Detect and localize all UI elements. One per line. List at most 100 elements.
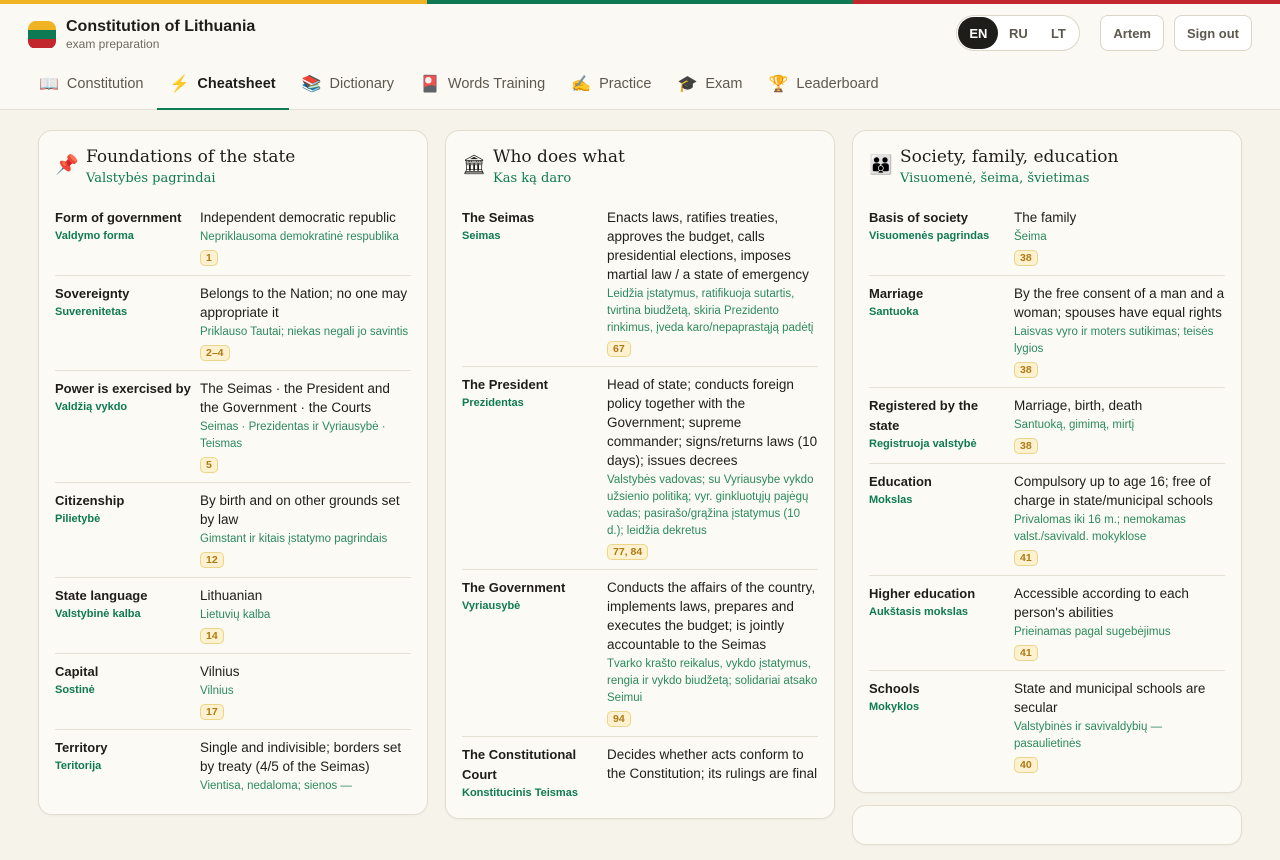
tab-label: Practice (599, 76, 652, 92)
tab-label: Leaderboard (796, 76, 879, 92)
term-lt: Teritorija (55, 760, 102, 772)
term-en: Education (869, 474, 932, 489)
lang-ru-button[interactable]: RU (998, 17, 1038, 49)
article-badge[interactable]: 40 (1014, 757, 1038, 773)
definition-lt: Nepriklausoma demokratinė respublika (200, 231, 399, 243)
tab-label: Cheatsheet (197, 76, 276, 92)
header-actions: EN RU LT Artem Sign out (956, 15, 1252, 51)
term-en: Marriage (869, 286, 924, 301)
tab-constitution[interactable]: 📖 Constitution (26, 60, 157, 110)
fact-row: Capital Sostinė Vilnius Vilnius 17 (55, 654, 411, 730)
article-badge[interactable]: 94 (607, 711, 631, 727)
term-en: Power is exercised by (55, 381, 191, 396)
fact-row: Sovereignty Suverenitetas Belongs to the … (55, 276, 411, 371)
term-lt: Valdymo forma (55, 230, 134, 242)
definition-en: Enacts laws, ratifies treaties, approves… (607, 210, 809, 282)
article-badge[interactable]: 41 (1014, 645, 1038, 661)
fact-row: Education Mokslas Compulsory up to age 16… (869, 464, 1225, 576)
term-en: The Constitutional Court (462, 747, 577, 782)
card-header: 👪 Society, family, education Visuomenė, … (869, 147, 1225, 186)
definition-lt: Šeima (1014, 231, 1047, 243)
article-badge[interactable]: 17 (200, 704, 224, 720)
fact-row: The Seimas Seimas Enacts laws, ratifies t… (462, 200, 818, 367)
definition-en: Belongs to the Nation; no one may approp… (200, 286, 408, 320)
term-en: Registered by the state (869, 398, 979, 433)
definition-lt: Seimas · Prezidentas ir Vyriausybė · Tei… (200, 421, 386, 450)
definition-en: Independent democratic republic (200, 210, 396, 225)
tab-dictionary[interactable]: 📚 Dictionary (289, 60, 407, 110)
term-lt: Prezidentas (462, 397, 524, 409)
article-badge[interactable]: 38 (1014, 438, 1038, 454)
article-badge[interactable]: 12 (200, 552, 224, 568)
graduation-cap-icon: 🎓 (677, 76, 698, 93)
definition-en: State and municipal schools are secular (1014, 681, 1206, 715)
definition-en: Conducts the affairs of the country, imp… (607, 580, 816, 652)
fact-row: Basis of society Visuomenės pagrindas The… (869, 200, 1225, 276)
article-badge[interactable]: 2–4 (200, 345, 230, 361)
tab-practice[interactable]: ✍ Practice (558, 60, 664, 110)
classical-building-icon: 🏛 (462, 155, 487, 176)
fact-row: Form of government Valdymo forma Independ… (55, 200, 411, 276)
article-badge[interactable]: 41 (1014, 550, 1038, 566)
tab-leaderboard[interactable]: 🏆 Leaderboard (755, 60, 891, 110)
lang-en-button[interactable]: EN (958, 17, 999, 49)
definition-lt: Tvarko krašto reikalus, vykdo įstatymus,… (607, 658, 818, 704)
definition-lt: Valstybės vadovas; su Vyriausybe vykdo u… (607, 474, 814, 537)
card-header: 📌 Foundations of the state Valstybės pag… (55, 147, 411, 186)
term-lt: Seimas (462, 230, 501, 242)
app-title: Constitution of Lithuania (66, 18, 256, 35)
tab-exam[interactable]: 🎓 Exam (664, 60, 755, 110)
term-lt: Visuomenės pagrindas (869, 230, 990, 242)
article-badge[interactable]: 1 (200, 250, 218, 266)
term-en: Higher education (869, 586, 976, 601)
definition-en: The Seimas · the President and the Gover… (200, 381, 390, 415)
family-icon: 👪 (869, 155, 893, 176)
article-badge[interactable]: 38 (1014, 362, 1038, 378)
definition-lt: Vientisa, nedaloma; sienos — (200, 780, 352, 792)
term-en: Capital (55, 664, 99, 679)
card-subtitle: Visuomenė, šeima, švietimas (900, 171, 1090, 186)
definition-en: Marriage, birth, death (1014, 398, 1143, 413)
tab-cheatsheet[interactable]: ⚡ Cheatsheet (156, 60, 289, 110)
term-en: The Seimas (462, 210, 535, 225)
term-lt: Mokyklos (869, 701, 920, 713)
article-badge[interactable]: 38 (1014, 250, 1038, 266)
term-en: Sovereignty (55, 286, 130, 301)
tab-label: Words Training (447, 76, 546, 92)
term-en: Basis of society (869, 210, 968, 225)
books-icon: 📚 (301, 76, 322, 93)
lang-lt-button[interactable]: LT (1038, 17, 1078, 49)
article-badge[interactable]: 77, 84 (607, 544, 649, 560)
definition-en: Single and indivisible; borders set by t… (200, 740, 402, 774)
tab-label: Exam (705, 76, 743, 92)
lightning-icon: ⚡ (169, 76, 190, 93)
definition-lt: Vilnius (200, 685, 234, 697)
fact-row: Power is exercised by Valdžią vykdo The S… (55, 371, 411, 483)
sign-out-button[interactable]: Sign out (1174, 15, 1252, 51)
term-en: Territory (55, 740, 108, 755)
card-subtitle: Valstybės pagrindai (86, 171, 216, 186)
definition-lt: Priklauso Tautai; niekas negali jo savin… (200, 326, 409, 338)
article-badge[interactable]: 5 (200, 457, 218, 473)
language-switcher: EN RU LT (956, 15, 1081, 51)
tab-words-training[interactable]: 🎴 Words Training (407, 60, 558, 110)
card-who-does-what: 🏛 Who does what Kas ką daro The Seimas Se… (445, 130, 835, 819)
pushpin-icon: 📌 (55, 155, 79, 176)
fact-row: Citizenship Pilietybė By birth and on oth… (55, 483, 411, 578)
open-book-icon: 📖 (39, 76, 59, 93)
definition-en: Decides whether acts conform to the Cons… (607, 747, 818, 781)
definition-lt: Valstybinės ir savivaldybių — pasaulieti… (1014, 721, 1163, 750)
column-1: 📌 Foundations of the state Valstybės pag… (38, 130, 428, 845)
lithuania-flag-icon (28, 20, 56, 49)
article-badge[interactable]: 14 (200, 628, 224, 644)
definition-en: Vilnius (200, 664, 240, 679)
card-subtitle: Kas ką daro (493, 171, 572, 186)
brand[interactable]: Constitution of Lithuania exam preparati… (28, 18, 255, 51)
cheatsheet-columns: 📌 Foundations of the state Valstybės pag… (38, 130, 1242, 845)
trophy-icon: 🏆 (768, 76, 789, 93)
term-lt: Konstitucinis Teismas (462, 787, 578, 799)
article-badge[interactable]: 67 (607, 341, 631, 357)
card-foundations: 📌 Foundations of the state Valstybės pag… (38, 130, 428, 815)
user-button[interactable]: Artem (1100, 15, 1164, 51)
fact-row: Marriage Santuoka By the free consent of … (869, 276, 1225, 388)
